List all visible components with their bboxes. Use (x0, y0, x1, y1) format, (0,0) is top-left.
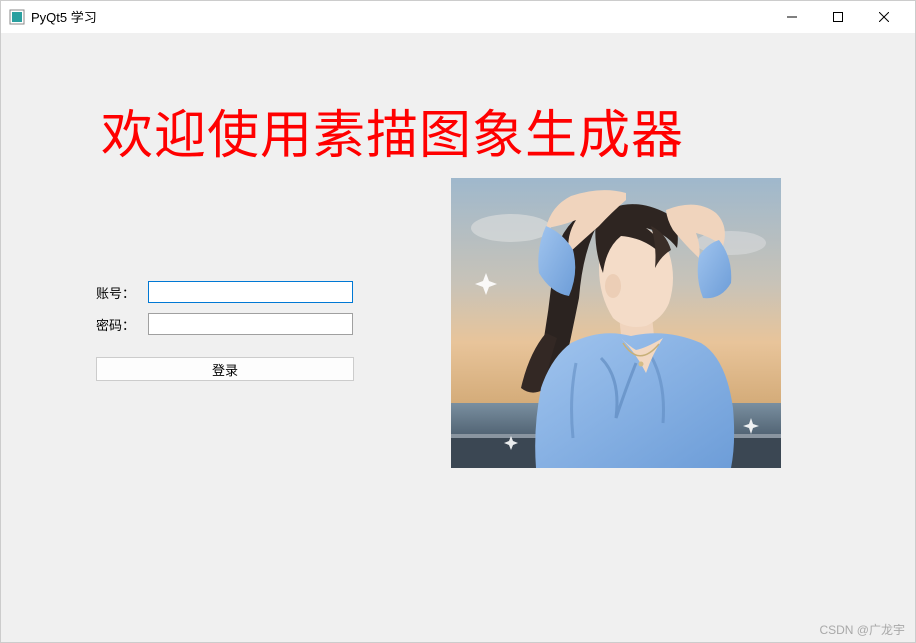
client-area: 欢迎使用素描图象生成器 账号： 密码： 登录 (1, 33, 915, 642)
titlebar[interactable]: PyQt5 学习 (1, 1, 915, 33)
app-icon (9, 9, 25, 25)
username-label: 账号： (96, 283, 148, 302)
username-row: 账号： (96, 281, 354, 303)
login-form: 账号： 密码： 登录 (96, 281, 354, 381)
username-input[interactable] (148, 281, 353, 303)
password-input[interactable] (148, 313, 353, 335)
password-row: 密码： (96, 313, 354, 335)
window-controls (769, 2, 907, 32)
minimize-button[interactable] (769, 2, 815, 32)
application-window: PyQt5 学习 欢迎使用素描图象生成器 账号： (0, 0, 916, 643)
watermark: CSDN @广龙宇 (819, 621, 905, 638)
maximize-button[interactable] (815, 2, 861, 32)
login-button-label: 登录 (212, 360, 238, 379)
close-button[interactable] (861, 2, 907, 32)
portrait-image (451, 178, 781, 468)
login-button[interactable]: 登录 (96, 357, 354, 381)
password-label: 密码： (96, 315, 148, 334)
page-title: 欢迎使用素描图象生成器 (101, 93, 684, 168)
window-title: PyQt5 学习 (31, 7, 97, 26)
